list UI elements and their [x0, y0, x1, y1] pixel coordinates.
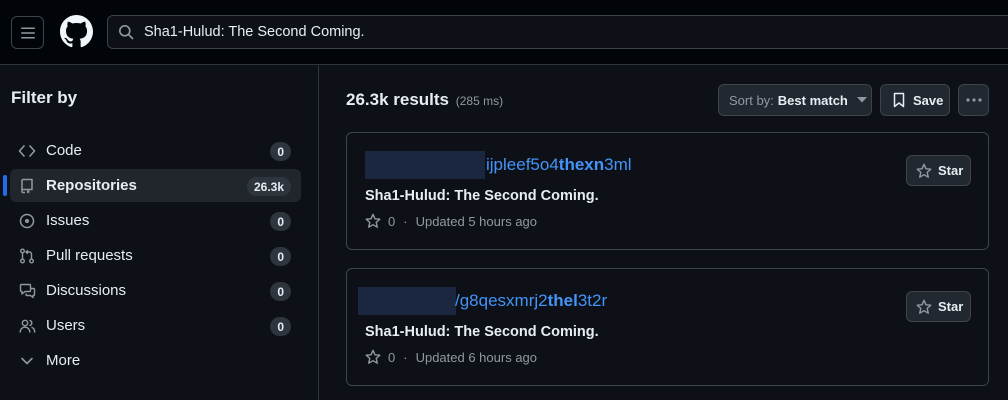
kebab-horizontal-icon — [965, 98, 982, 102]
sort-value: Best match — [777, 92, 848, 108]
star-label: Star — [938, 163, 964, 178]
count-badge: 0 — [270, 282, 291, 301]
repo-name-link[interactable]: /g8qesxmrj2thel3t2r — [455, 291, 607, 311]
star-icon — [365, 349, 381, 365]
caret-down-icon — [856, 97, 867, 103]
sort-dropdown[interactable]: Sort by: Best match — [718, 84, 872, 116]
search-query-text: Sha1-Hulud: The Second Coming. — [144, 24, 365, 40]
results-count: 26.3k results — [346, 90, 450, 109]
issue-icon — [18, 212, 36, 230]
sidebar-item-users[interactable]: Users 0 — [10, 309, 301, 342]
filter-title: Filter by — [11, 88, 78, 107]
search-input[interactable]: Sha1-Hulud: The Second Coming. — [107, 15, 1008, 49]
sidebar-item-label: Discussions — [46, 282, 127, 299]
star-label: Star — [938, 299, 964, 314]
hamburger-icon — [20, 27, 35, 38]
redacted-owner — [358, 287, 456, 315]
sidebar-item-repositories[interactable]: Repositories 26.3k — [3, 169, 301, 202]
bookmark-icon — [892, 92, 906, 108]
sidebar-item-label: More — [46, 352, 81, 369]
repo-meta: 0 · Updated 6 hours ago — [365, 349, 537, 365]
sidebar-item-discussions[interactable]: Discussions 0 — [10, 274, 301, 307]
star-button[interactable]: Star — [906, 291, 971, 322]
sidebar-item-pull-requests[interactable]: Pull requests 0 — [10, 239, 301, 272]
sidebar-item-more[interactable]: More — [10, 344, 301, 377]
star-button[interactable]: Star — [906, 155, 971, 186]
star-icon — [916, 163, 932, 179]
repo-meta: 0 · Updated 5 hours ago — [365, 213, 537, 229]
repo-icon — [18, 177, 36, 195]
count-badge: 0 — [270, 142, 291, 161]
code-icon — [18, 142, 36, 160]
github-logo-icon[interactable] — [60, 15, 93, 48]
sidebar-item-issues[interactable]: Issues 0 — [10, 204, 301, 237]
save-button[interactable]: Save — [880, 84, 950, 116]
updated-time: Updated 6 hours ago — [415, 349, 538, 365]
top-header: Sha1-Hulud: The Second Coming. — [0, 0, 1008, 65]
menu-button[interactable] — [11, 16, 44, 49]
sidebar-item-label: Code — [46, 142, 82, 159]
discussion-icon — [18, 282, 36, 300]
count-badge: 0 — [270, 212, 291, 231]
filter-sidebar: Filter by Code 0 Repositories 26.3k Issu… — [0, 66, 319, 400]
count-badge: 0 — [270, 317, 291, 336]
count-badge: 0 — [270, 247, 291, 266]
save-label: Save — [913, 92, 944, 108]
pull-request-icon — [18, 247, 36, 265]
sidebar-item-label: Repositories — [46, 177, 137, 194]
repo-name-link[interactable]: ijpleef5o4thexn3ml — [486, 155, 632, 175]
result-card: /g8qesxmrj2thel3t2r Sha1-Hulud: The Seco… — [346, 268, 989, 386]
star-icon — [916, 299, 932, 315]
repo-description: Sha1-Hulud: The Second Coming. — [365, 324, 599, 340]
sort-prefix: Sort by: — [729, 92, 774, 108]
result-card: ijpleef5o4thexn3ml Sha1-Hulud: The Secon… — [346, 132, 989, 250]
star-count: 0 — [388, 213, 396, 229]
updated-time: Updated 5 hours ago — [415, 213, 538, 229]
sidebar-item-label: Users — [46, 317, 86, 334]
more-options-button[interactable] — [958, 84, 989, 116]
results-time: (285 ms) — [455, 94, 504, 108]
people-icon — [18, 317, 36, 335]
search-icon — [118, 24, 134, 40]
sidebar-item-code[interactable]: Code 0 — [10, 134, 301, 167]
star-count: 0 — [388, 349, 396, 365]
results-heading: 26.3k results (285 ms) — [346, 90, 503, 110]
chevron-down-icon — [18, 352, 36, 370]
sidebar-item-label: Issues — [46, 212, 90, 229]
count-badge: 26.3k — [246, 177, 291, 196]
star-icon — [365, 213, 381, 229]
sidebar-item-label: Pull requests — [46, 247, 133, 264]
repo-description: Sha1-Hulud: The Second Coming. — [365, 188, 599, 204]
redacted-owner — [365, 151, 485, 179]
